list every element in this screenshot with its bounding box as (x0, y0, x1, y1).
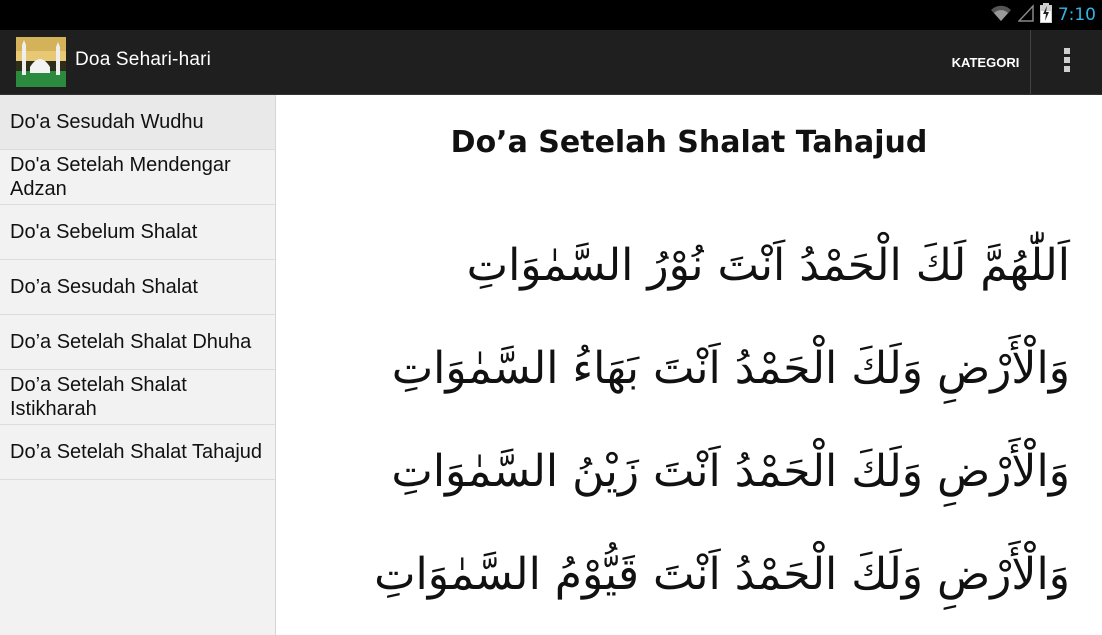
sidebar-item-label: Do’a Setelah Shalat Istikharah (10, 374, 187, 420)
battery-charging-icon (1039, 3, 1052, 27)
status-time: 7:10 (1057, 5, 1096, 25)
sidebar-item-istikharah[interactable]: Do’a Setelah Shalat Istikharah (0, 370, 275, 425)
arabic-line: اَللّٰهُمَّ لَكَ الْحَمْدُ اَنْتَ نُوْرُ… (466, 240, 1070, 291)
arabic-line: وَالْأَرْضِ وَلَكَ الْحَمْدُ اَنْتَ زَيْ… (391, 446, 1070, 497)
doa-title: Do’a Setelah Shalat Tahajud (450, 125, 928, 160)
sidebar-item-label: Do’a Setelah Shalat Tahajud (10, 441, 263, 463)
app-title: Doa Sehari-hari (75, 49, 212, 70)
sidebar-item-sebelum-shalat[interactable]: Do'a Sebelum Shalat (0, 205, 275, 260)
sidebar-item-dhuha[interactable]: Do’a Setelah Shalat Dhuha (0, 315, 275, 370)
action-bar: Doa Sehari-hari KATEGORI (0, 30, 1102, 95)
sidebar-item-label: Do'a Sesudah Wudhu (10, 111, 204, 133)
overflow-menu-button[interactable] (1040, 30, 1094, 94)
mosque-icon[interactable] (16, 37, 66, 87)
sidebar-item-wudhu[interactable]: Do'a Sesudah Wudhu (0, 95, 275, 150)
sidebar-item-label: Do'a Sebelum Shalat (10, 221, 198, 243)
sidebar-item-tahajud[interactable]: Do’a Setelah Shalat Tahajud (0, 425, 275, 480)
doa-content: Do’a Setelah Shalat Tahajud اَللّٰهُمَّ … (276, 95, 1102, 635)
overflow-menu-icon (1063, 47, 1071, 77)
sidebar-item-label: Do'a Setelah Mendengar Adzan (10, 154, 231, 200)
status-icons: 7:10 (990, 3, 1096, 27)
sidebar-item-sesudah-shalat[interactable]: Do’a Sesudah Shalat (0, 260, 275, 315)
arabic-line: وَالْأَرْضِ وَلَكَ الْحَمْدُ اَنْتَ بَهَ… (391, 343, 1070, 394)
arabic-line: وَالْأَرْضِ وَلَكَ الْحَمْدُ اَنْتَ قَيُ… (374, 549, 1070, 600)
status-bar: 7:10 (0, 0, 1102, 30)
signal-icon (1017, 4, 1034, 26)
kategori-button[interactable]: KATEGORI (941, 30, 1031, 94)
sidebar-item-label: Do’a Sesudah Shalat (10, 276, 198, 298)
sidebar-item-label: Do’a Setelah Shalat Dhuha (10, 331, 252, 353)
sidebar-item-adzan[interactable]: Do'a Setelah Mendengar Adzan (0, 150, 275, 205)
sidebar: Do'a Sesudah Wudhu Do'a Setelah Mendenga… (0, 95, 276, 635)
wifi-icon (990, 4, 1012, 26)
